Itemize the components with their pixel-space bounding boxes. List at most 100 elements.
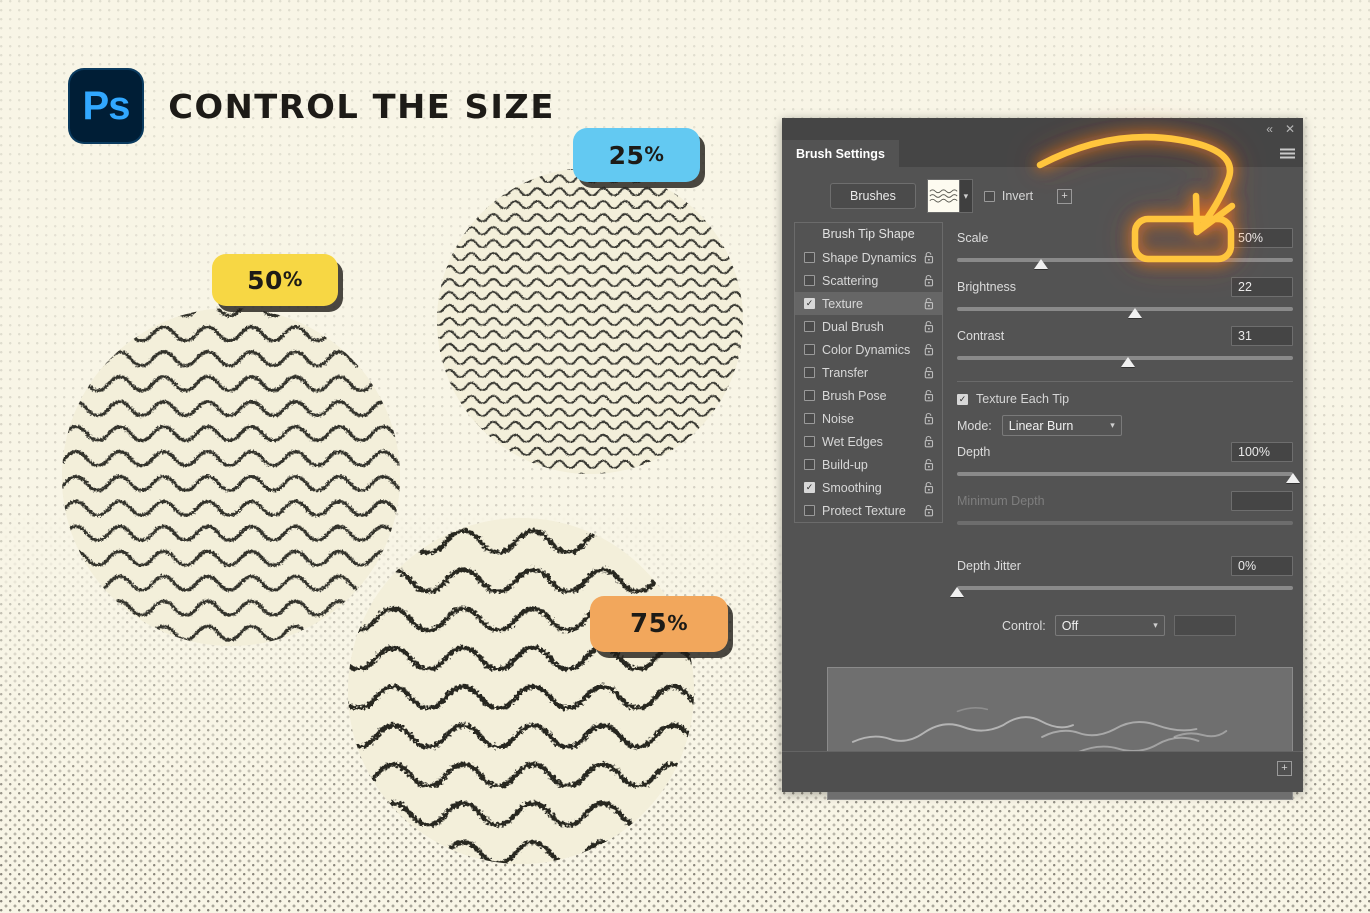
minimum-depth-slider	[957, 518, 1293, 534]
brush-option-texture[interactable]: ✓ Texture	[795, 292, 942, 315]
depth-jitter-slider[interactable]	[950, 583, 1293, 599]
control-row: Control: Off ▾	[957, 615, 1293, 636]
option-checkbox[interactable]	[804, 505, 815, 516]
contrast-row: Contrast 31	[957, 326, 1293, 346]
panel-titlebar: « ✕	[782, 118, 1303, 140]
control-label: Control:	[1002, 618, 1046, 633]
brightness-slider-thumb[interactable]	[1128, 308, 1143, 318]
option-label: Transfer	[822, 365, 869, 380]
chevron-down-icon[interactable]: ▾	[958, 180, 972, 212]
mode-select[interactable]: Linear Burn ▾	[1001, 415, 1122, 436]
hamburger-menu-icon[interactable]	[1280, 148, 1295, 159]
contrast-value-field[interactable]: 31	[1231, 326, 1293, 346]
badge-value: 75	[630, 609, 668, 639]
section-divider	[957, 381, 1293, 382]
option-label: Scattering	[822, 273, 879, 288]
chevron-down-icon: ▾	[1153, 620, 1158, 630]
lock-open-icon[interactable]	[924, 320, 935, 333]
brush-tip-shape-item[interactable]: Brush Tip Shape	[795, 223, 942, 246]
lock-open-icon[interactable]	[924, 504, 935, 517]
brightness-value-field[interactable]: 22	[1231, 277, 1293, 297]
texture-each-tip-checkbox[interactable]: ✓	[957, 393, 968, 405]
minimum-depth-slider-track	[957, 521, 1293, 525]
texture-swatch-75	[348, 518, 694, 864]
brush-option-color-dynamics[interactable]: Color Dynamics	[795, 338, 942, 361]
badge-percent-sign: %	[282, 267, 303, 291]
option-checkbox[interactable]	[804, 275, 815, 286]
option-checkbox[interactable]	[804, 344, 815, 355]
photoshop-logo: Ps	[68, 68, 144, 144]
option-checkbox[interactable]	[804, 413, 815, 424]
texture-each-tip-group[interactable]: ✓ Texture Each Tip	[957, 392, 1293, 406]
brush-option-transfer[interactable]: Transfer	[795, 361, 942, 384]
option-label: Dual Brush	[822, 319, 884, 334]
brightness-slider[interactable]	[957, 304, 1293, 320]
option-checkbox[interactable]	[804, 321, 815, 332]
brightness-row: Brightness 22	[957, 277, 1293, 297]
close-icon[interactable]: ✕	[1285, 123, 1295, 135]
brush-option-protect-texture[interactable]: Protect Texture	[795, 499, 942, 522]
lock-open-icon[interactable]	[924, 297, 935, 310]
brush-option-brush-pose[interactable]: Brush Pose	[795, 384, 942, 407]
lock-open-icon[interactable]	[924, 274, 935, 287]
option-checkbox[interactable]	[804, 367, 815, 378]
lock-open-icon[interactable]	[924, 343, 935, 356]
option-checkbox[interactable]: ✓	[804, 482, 815, 493]
tab-brush-settings[interactable]: Brush Settings	[782, 140, 899, 167]
depth-label: Depth	[957, 445, 991, 459]
lock-open-icon[interactable]	[924, 435, 935, 448]
texture-source-row: Brushes ▾ Invert +	[782, 167, 1303, 221]
contrast-slider-thumb[interactable]	[1121, 357, 1136, 367]
depth-jitter-label: Depth Jitter	[957, 559, 1021, 573]
brush-option-smoothing[interactable]: ✓ Smoothing	[795, 476, 942, 499]
depth-slider[interactable]	[957, 469, 1300, 485]
scale-row: Scale 50%	[957, 228, 1293, 248]
depth-jitter-value-field[interactable]: 0%	[1231, 556, 1293, 576]
option-checkbox[interactable]	[804, 459, 815, 470]
new-brush-icon[interactable]: +	[1277, 761, 1292, 776]
brush-option-build-up[interactable]: Build-up	[795, 453, 942, 476]
brush-option-scattering[interactable]: Scattering	[795, 269, 942, 292]
wave-texture-75	[348, 518, 694, 864]
collapse-icon[interactable]: «	[1266, 123, 1273, 135]
invert-checkbox-group[interactable]: Invert	[983, 189, 1033, 203]
scale-slider-track	[957, 258, 1293, 262]
contrast-slider[interactable]	[957, 353, 1293, 369]
invert-checkbox[interactable]	[983, 190, 995, 202]
option-checkbox[interactable]: ✓	[804, 298, 815, 309]
brush-option-wet-edges[interactable]: Wet Edges	[795, 430, 942, 453]
scale-slider-thumb[interactable]	[1034, 259, 1048, 269]
lock-open-icon[interactable]	[924, 251, 935, 264]
lock-open-icon[interactable]	[924, 389, 935, 402]
depth-row: Depth 100%	[957, 442, 1293, 462]
option-label: Shape Dynamics	[822, 250, 917, 265]
depth-value-field[interactable]: 100%	[1231, 442, 1293, 462]
lock-open-icon[interactable]	[924, 412, 935, 425]
brush-option-dual-brush[interactable]: Dual Brush	[795, 315, 942, 338]
scale-slider[interactable]	[957, 255, 1293, 271]
depth-jitter-slider-thumb[interactable]	[950, 587, 964, 597]
scale-value-field[interactable]: 50%	[1231, 228, 1293, 248]
depth-slider-thumb[interactable]	[1286, 473, 1300, 483]
option-checkbox[interactable]	[804, 390, 815, 401]
texture-each-tip-label: Texture Each Tip	[976, 392, 1070, 406]
brush-option-noise[interactable]: Noise	[795, 407, 942, 430]
scale-label: Scale	[957, 231, 989, 245]
texture-preset-swatch[interactable]: ▾	[926, 179, 973, 213]
option-label: Wet Edges	[822, 434, 883, 449]
brush-settings-panel: « ✕ Brush Settings Brushes ▾ Invert + Br…	[782, 118, 1303, 800]
lock-open-icon[interactable]	[924, 481, 935, 494]
brightness-label: Brightness	[957, 280, 1017, 294]
badge-value: 50	[247, 265, 283, 295]
brush-option-shape-dynamics[interactable]: Shape Dynamics	[795, 246, 942, 269]
control-select[interactable]: Off ▾	[1054, 615, 1165, 636]
option-checkbox[interactable]	[804, 436, 815, 447]
brushes-button[interactable]: Brushes	[830, 183, 916, 209]
badge-percent-sign: %	[644, 142, 665, 166]
brightness-slider-track	[957, 307, 1293, 311]
panel-footer: +	[782, 751, 1303, 792]
option-checkbox[interactable]	[804, 252, 815, 263]
lock-open-icon[interactable]	[924, 458, 935, 471]
add-texture-icon[interactable]: +	[1057, 188, 1073, 204]
lock-open-icon[interactable]	[924, 366, 935, 379]
